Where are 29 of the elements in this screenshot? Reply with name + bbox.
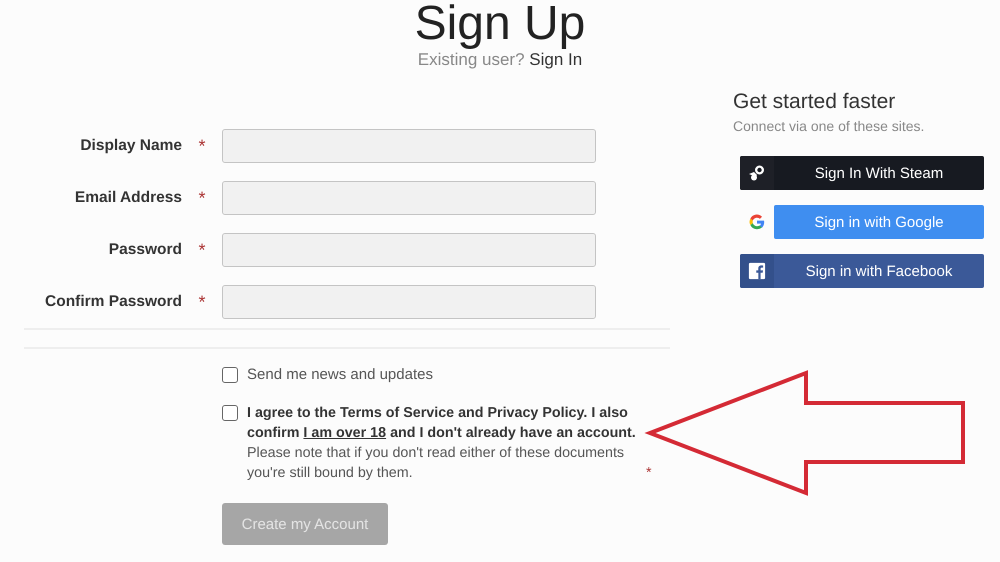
input-field[interactable] — [222, 129, 596, 163]
input-field[interactable] — [222, 285, 596, 319]
steam-icon — [747, 163, 767, 183]
checkbox[interactable] — [222, 367, 238, 383]
page-title: Sign Up — [414, 0, 586, 50]
social-subtitle: Connect via one of these sites. — [733, 118, 926, 134]
existing-user-text: Existing user? — [418, 50, 525, 69]
checkbox-label: Send me news and updates — [247, 365, 433, 385]
required-mark: * — [197, 292, 206, 312]
agreement-text: I agree to the Terms of Service and Privacy Policy. I also confirm I am over 18 and I don't already have an account. — [247, 405, 636, 441]
required-mark: * — [197, 136, 206, 156]
social-heading: Get started faster — [733, 90, 896, 114]
required-mark: * — [197, 240, 206, 260]
facebook-sign-in-button[interactable]: Sign in with Facebook — [740, 254, 984, 288]
google-icon — [748, 213, 766, 231]
field-label: Display Name — [79, 137, 182, 155]
agreement-note: Please note that if you don't read either of these documents you're still bound by them. — [247, 444, 626, 483]
facebook-icon — [748, 262, 766, 280]
field-label: Password — [108, 241, 182, 259]
age-link[interactable]: I am over 18 — [303, 425, 386, 441]
required-mark: * — [646, 464, 652, 483]
steam-sign-in-button[interactable]: Sign In With Steam — [740, 156, 984, 190]
input-field[interactable] — [222, 233, 596, 267]
checkbox[interactable] — [222, 405, 238, 421]
required-mark: * — [197, 188, 206, 208]
field-label: Confirm Password — [44, 293, 182, 311]
field-label: Email Address — [74, 189, 182, 207]
input-field[interactable] — [222, 181, 596, 215]
sign-in-link[interactable]: Sign In — [529, 50, 582, 69]
